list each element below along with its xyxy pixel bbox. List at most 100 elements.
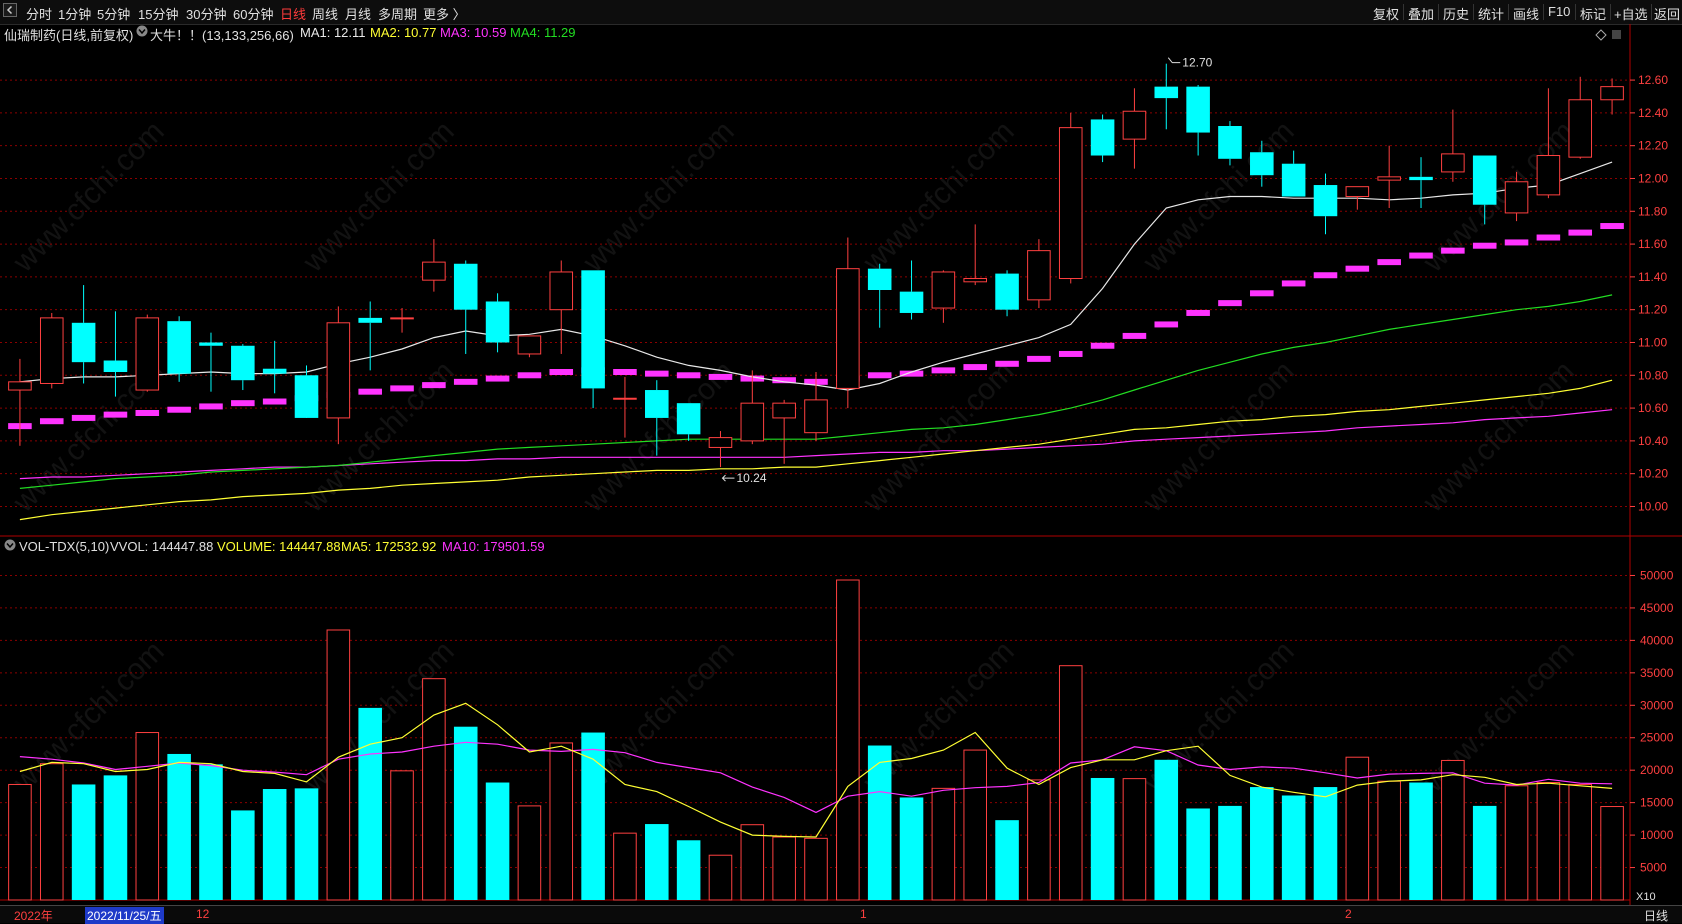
candle	[899, 260, 924, 320]
volume-scale-label: X10	[1636, 891, 1656, 903]
price-tick-label: 11.60	[1638, 237, 1667, 251]
volume-tick-label: 25000	[1640, 731, 1674, 745]
candle	[931, 270, 956, 323]
volume-bar-down	[581, 732, 605, 900]
candle-body-up	[1504, 181, 1529, 214]
volume-tick-label: 10000	[1640, 828, 1674, 842]
candle	[1250, 140, 1274, 187]
candle-body-up	[1536, 155, 1561, 196]
candle	[103, 311, 128, 397]
candle-body-up	[39, 317, 64, 384]
support-level-mark	[1345, 265, 1370, 272]
candle-body-down	[1090, 119, 1115, 156]
kline-chart[interactable]: 12.60 12.40 12.20 12.00 11.80 11.60 11.40 11.20…	[0, 0, 1682, 922]
volume-bar-down	[1409, 782, 1433, 900]
support-level-mark	[1090, 342, 1115, 349]
support-level-mark	[1472, 242, 1497, 249]
volume-bar-down	[645, 824, 669, 900]
candle-body-down	[1218, 126, 1242, 159]
volume-bar-up	[1504, 785, 1529, 901]
volume-bar-up	[804, 837, 828, 901]
candle	[867, 263, 892, 328]
volume-tick-label: 30000	[1640, 698, 1674, 712]
candle-body-up	[804, 399, 828, 434]
support-level-mark	[1409, 252, 1433, 259]
candle-body-down	[103, 360, 128, 372]
volume-tick-label: 15000	[1640, 796, 1674, 810]
candle-body-down	[581, 270, 605, 389]
support-level-mark	[1600, 223, 1624, 230]
candle-body-down	[199, 342, 223, 346]
support-level-mark	[867, 372, 892, 379]
price-tick-label: 12.00	[1638, 171, 1668, 185]
volume-bar-down	[1186, 808, 1210, 900]
volume-bar-up	[1027, 779, 1051, 901]
candle-body-down	[1186, 86, 1210, 133]
candle	[199, 332, 223, 392]
volume-bar-up	[1568, 783, 1593, 901]
month-label-feb: 2	[1345, 907, 1352, 921]
candle-body-up	[8, 381, 32, 391]
candle	[326, 306, 351, 445]
candle-body-up	[390, 317, 414, 320]
cursor-date: 2022/11/25/五	[85, 907, 164, 924]
candle	[1281, 150, 1306, 197]
price-tick-label: 10.60	[1638, 401, 1668, 415]
candle-body-down	[294, 375, 319, 418]
volume-bar-up	[708, 854, 733, 901]
candle	[1472, 155, 1497, 225]
candle-body-down	[1472, 155, 1497, 205]
time-axis-bar: 2022年 2022/11/25/五 12 1 2 日线	[0, 905, 1682, 924]
volume-bar-up	[772, 836, 796, 901]
volume-bar-down	[676, 840, 701, 900]
volume-bar-up	[1345, 756, 1370, 901]
candle-body-up	[1568, 99, 1593, 158]
volume-tick-label: 45000	[1640, 601, 1674, 615]
candle	[358, 301, 382, 371]
year-label: 2022年	[14, 909, 53, 923]
volume-tick-label: 5000	[1640, 861, 1667, 875]
candle	[1409, 157, 1433, 208]
support-level-mark	[422, 382, 446, 389]
support-level-mark	[1218, 300, 1242, 307]
volume-bar-down	[358, 707, 382, 900]
candle-body-up	[708, 437, 733, 448]
volume-bar-down	[71, 784, 96, 900]
candle-body-down	[231, 345, 255, 381]
candle	[1027, 239, 1051, 309]
candle-body-down	[71, 322, 96, 363]
candle	[1568, 76, 1593, 159]
candle	[485, 293, 510, 353]
support-level-mark	[995, 360, 1019, 367]
volume-bar-down	[262, 789, 287, 900]
candle	[1058, 112, 1083, 284]
candle-body-up	[135, 317, 160, 391]
candle-body-up	[1122, 110, 1147, 140]
volume-bar-down	[294, 788, 319, 900]
price-tick-label: 12.60	[1638, 73, 1668, 87]
support-level-mark	[262, 398, 287, 405]
candle	[231, 344, 255, 391]
candle	[676, 403, 701, 441]
candle-body-up	[613, 397, 637, 400]
month-label-dec: 12	[196, 907, 210, 921]
candle-body-down	[1250, 152, 1274, 176]
candle	[422, 239, 446, 292]
candle	[1536, 88, 1561, 199]
candle	[294, 365, 319, 418]
candle-body-up	[1441, 153, 1465, 173]
volume-bar-up	[549, 742, 574, 901]
support-level-mark	[1313, 272, 1338, 279]
price-tick-label: 12.40	[1638, 106, 1668, 120]
candle	[135, 314, 160, 392]
candle	[708, 431, 733, 468]
candle-body-up	[517, 335, 542, 355]
high-marker-arrow	[1167, 57, 1181, 64]
candle-body-up	[836, 268, 860, 389]
candle-body-down	[262, 368, 287, 374]
candle-body-down	[867, 268, 892, 290]
period-label: 日线	[1644, 909, 1669, 923]
candle	[772, 399, 796, 464]
candle-body-down	[485, 301, 510, 343]
volume-bar-up	[931, 787, 956, 901]
